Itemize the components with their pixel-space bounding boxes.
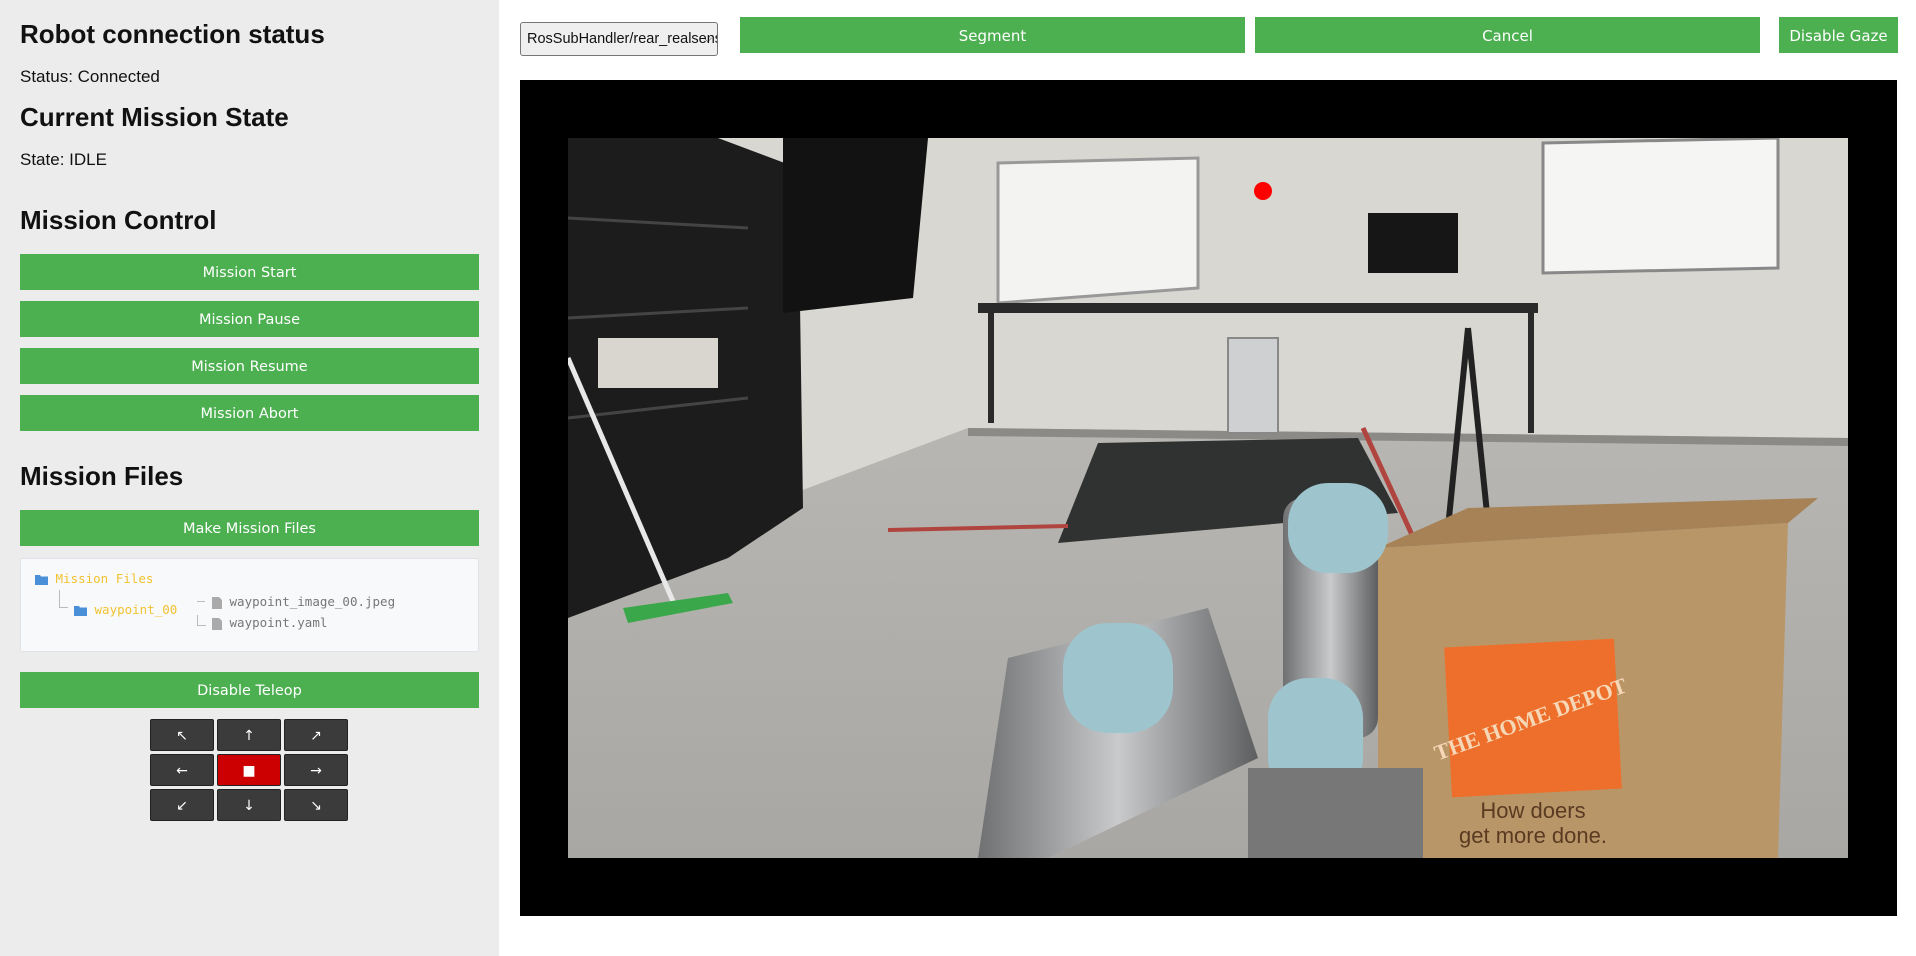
robot-arm-base bbox=[1248, 768, 1423, 858]
robot-arm-cap bbox=[1288, 483, 1388, 573]
mission-resume-button[interactable]: Mission Resume bbox=[20, 348, 479, 384]
tree-connector bbox=[197, 601, 205, 602]
topic-select-value: RosSubHandler/rear_realsense bbox=[527, 31, 718, 47]
mission-abort-button[interactable]: Mission Abort bbox=[20, 395, 479, 431]
chevron-down-icon: ⌵ bbox=[703, 33, 712, 45]
box-slogan-line2: get more done. bbox=[1459, 823, 1607, 848]
disable-gaze-button[interactable]: Disable Gaze bbox=[1779, 17, 1898, 53]
segment-button[interactable]: Segment bbox=[740, 17, 1245, 53]
tree-file-label: waypoint_image_00.jpeg bbox=[229, 594, 396, 609]
tv-screen bbox=[783, 138, 928, 313]
tree-file-image[interactable]: waypoint_image_00.jpeg bbox=[212, 594, 395, 609]
sidebar: Robot connection status Status: Connecte… bbox=[0, 0, 499, 956]
move-up-button[interactable]: ↑ bbox=[217, 719, 281, 751]
mission-control-heading: Mission Control bbox=[20, 205, 217, 235]
tree-file-label: waypoint.yaml bbox=[229, 615, 328, 630]
move-down-button[interactable]: ↓ bbox=[217, 789, 281, 821]
whiteboard bbox=[1541, 138, 1780, 275]
connection-heading: Robot connection status bbox=[20, 19, 325, 49]
robot-arm-joint bbox=[1063, 623, 1173, 733]
file-icon bbox=[212, 596, 222, 609]
pc-tower bbox=[1227, 337, 1279, 434]
camera-feed[interactable]: THE HOME DEPOT How doers get more done. bbox=[568, 138, 1848, 858]
desk-leg bbox=[988, 313, 994, 423]
mission-files-heading: Mission Files bbox=[20, 461, 184, 491]
move-left-button[interactable]: ← bbox=[150, 754, 214, 786]
folder-icon bbox=[74, 606, 87, 616]
folder-icon bbox=[35, 575, 48, 585]
tree-root-folder[interactable]: Mission Files bbox=[35, 571, 153, 586]
file-icon bbox=[212, 617, 222, 630]
gaze-marker bbox=[1254, 182, 1272, 200]
tree-root-label: Mission Files bbox=[55, 571, 154, 586]
video-frame: THE HOME DEPOT How doers get more done. bbox=[520, 80, 1897, 916]
mission-state: State: IDLE bbox=[20, 150, 107, 169]
tree-file-yaml[interactable]: waypoint.yaml bbox=[212, 615, 327, 630]
mission-state-heading: Current Mission State bbox=[20, 102, 289, 132]
monitor bbox=[1368, 213, 1458, 273]
whiteboard bbox=[996, 156, 1200, 305]
tree-folder-waypoint[interactable]: waypoint_00 bbox=[74, 602, 177, 617]
move-up-left-button[interactable]: ↖ bbox=[150, 719, 214, 751]
tree-folder-label: waypoint_00 bbox=[94, 602, 178, 617]
connection-status: Status: Connected bbox=[20, 67, 160, 86]
move-up-right-button[interactable]: ↗ bbox=[284, 719, 348, 751]
cancel-button[interactable]: Cancel bbox=[1255, 17, 1760, 53]
stop-button[interactable]: ■ bbox=[217, 754, 281, 786]
desk bbox=[978, 303, 1538, 313]
mission-pause-button[interactable]: Mission Pause bbox=[20, 301, 479, 337]
move-down-right-button[interactable]: ↘ bbox=[284, 789, 348, 821]
tree-connector bbox=[197, 615, 206, 626]
disable-teleop-button[interactable]: Disable Teleop bbox=[20, 672, 479, 708]
move-right-button[interactable]: → bbox=[284, 754, 348, 786]
tree-connector bbox=[59, 590, 68, 608]
mission-file-tree: Mission Files waypoint_00 waypoint_image… bbox=[20, 558, 479, 652]
move-down-left-button[interactable]: ↙ bbox=[150, 789, 214, 821]
box-slogan-line1: How doers bbox=[1480, 798, 1585, 823]
desk-leg bbox=[1528, 313, 1534, 433]
make-mission-files-button[interactable]: Make Mission Files bbox=[20, 510, 479, 546]
mission-start-button[interactable]: Mission Start bbox=[20, 254, 479, 290]
topic-select[interactable]: RosSubHandler/rear_realsense ⌵ bbox=[520, 22, 718, 56]
shelf-items bbox=[598, 338, 718, 388]
